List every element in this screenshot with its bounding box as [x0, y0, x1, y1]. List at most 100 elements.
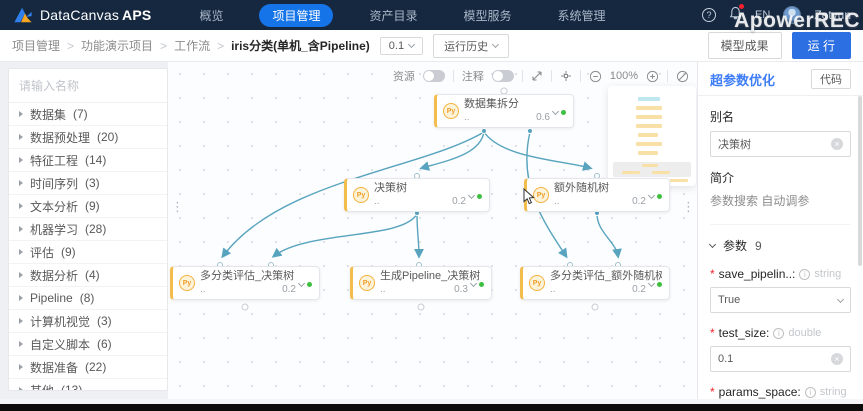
sidebar-item-text-analysis[interactable]: 文本分析 (9) [9, 195, 167, 218]
operator-sidebar: 数据集(7) 数据预处理(20) 特征工程(14) 时间序列(3) 文本分析(9… [8, 68, 168, 391]
sidebar-item-feature-engineering[interactable]: 特征工程 (14) [9, 149, 167, 172]
sidebar-item-other[interactable]: 其他 (13) [9, 379, 167, 390]
node-version-dropdown[interactable]: 0.3 [454, 279, 484, 296]
model-results-button[interactable]: 模型成果 [707, 32, 782, 59]
workflow-canvas[interactable]: 资源 注释 100% Py 数据集拆分 .. 0.6 Py 决策树 .. 0.2… [168, 62, 697, 399]
node-title: 生成Pipeline_决策树 [380, 270, 481, 282]
node-title: 数据集拆分 [464, 98, 519, 110]
breadcrumb: 项目管理 功能演示项目 工作流 iris分类(单机_含Pipeline) [12, 37, 370, 54]
language-switch[interactable]: EN [755, 9, 770, 21]
workflow-node-multiclass-eval-extra-trees[interactable]: Py 多分类评估_额外随机树 .. 0.2 [520, 266, 670, 300]
notification-dot [739, 3, 745, 9]
info-icon[interactable] [773, 327, 785, 339]
alias-field[interactable] [710, 131, 851, 157]
node-version-dropdown[interactable]: 0.2 [632, 191, 662, 208]
fullscreen-icon[interactable] [531, 70, 543, 82]
workflow-node-generate-pipeline-decision-tree[interactable]: Py 生成Pipeline_决策树 .. 0.3 [350, 266, 492, 300]
nav-item-asset-catalog[interactable]: 资产目录 [359, 4, 427, 27]
node-subtitle: .. [374, 196, 380, 207]
param-type: string [819, 386, 847, 398]
version-value: 0.1 [388, 39, 405, 52]
sidebar-item-custom-script[interactable]: 自定义脚本 (6) [9, 333, 167, 356]
breadcrumb-demo-project[interactable]: 功能演示项目 [81, 37, 174, 54]
nav-item-model-service[interactable]: 模型服务 [453, 4, 521, 27]
python-operator-icon: Py [529, 275, 545, 291]
search-input[interactable] [19, 79, 157, 93]
node-version-dropdown[interactable]: 0.2 [282, 279, 312, 296]
datacanvas-logo-icon [14, 7, 32, 23]
breadcrumb-project-management[interactable]: 项目管理 [12, 37, 81, 54]
reset-zoom-icon[interactable] [676, 70, 689, 83]
info-icon[interactable] [799, 268, 811, 280]
required-mark: * [710, 267, 715, 281]
note-toggle[interactable] [491, 70, 514, 82]
run-history-label: 运行历史 [444, 40, 489, 53]
node-subtitle: .. [200, 284, 206, 295]
node-version-dropdown[interactable]: 0.6 [536, 107, 566, 124]
clear-icon[interactable] [831, 353, 843, 365]
panel-scrollbar[interactable] [858, 96, 862, 266]
help-icon[interactable] [702, 8, 717, 22]
resource-toggle[interactable] [422, 70, 445, 82]
workflow-node-dataset-split[interactable]: Py 数据集拆分 .. 0.6 [434, 94, 574, 128]
version-dropdown[interactable]: 0.1 [379, 36, 424, 55]
minimap-node [670, 179, 688, 182]
params-section-header[interactable]: 参数 9 [708, 224, 851, 254]
breadcrumb-workflow[interactable]: 工作流 [174, 37, 231, 54]
notification-bell[interactable] [729, 3, 745, 25]
bottom-bar [0, 404, 863, 411]
navbar-right: EN Zetyun [702, 3, 851, 25]
sidebar-item-preprocessing[interactable]: 数据预处理 (20) [9, 126, 167, 149]
workflow-node-multiclass-eval-decision-tree[interactable]: Py 多分类评估_决策树 .. 0.2 [170, 266, 320, 300]
nav-item-overview[interactable]: 概览 [189, 4, 233, 27]
sidebar-item-evaluation[interactable]: 评估 (9) [9, 241, 167, 264]
python-operator-icon: Py [353, 187, 369, 203]
workflow-node-decision-tree[interactable]: Py 决策树 .. 0.2 [344, 178, 490, 212]
info-icon[interactable] [804, 386, 816, 398]
caret-right-icon [19, 134, 23, 140]
run-button[interactable]: 运 行 [791, 32, 851, 59]
caret-right-icon [19, 249, 23, 255]
nav-item-system-management[interactable]: 系统管理 [548, 4, 616, 27]
fit-view-icon[interactable] [560, 70, 572, 82]
divider [521, 70, 523, 82]
username[interactable]: Zetyun [814, 8, 851, 22]
test-size-input[interactable] [718, 353, 827, 365]
param-name: test_size: [718, 326, 770, 340]
sidebar-item-computer-vision[interactable]: 计算机视觉 (3) [9, 310, 167, 333]
collapse-panel-handle[interactable] [682, 204, 695, 210]
code-button[interactable]: 代码 [811, 69, 851, 89]
alias-input[interactable] [718, 138, 827, 150]
sidebar-item-data-preparation[interactable]: 数据准备 (22) [9, 356, 167, 379]
clear-icon[interactable] [831, 138, 843, 150]
caret-right-icon [19, 318, 23, 324]
node-subtitle: .. [550, 284, 556, 295]
sidebar-item-data-analysis[interactable]: 数据分析 (4) [9, 264, 167, 287]
node-version-dropdown[interactable]: 0.2 [452, 191, 482, 208]
zoom-in-icon[interactable] [646, 70, 659, 83]
test-size-field[interactable] [710, 346, 851, 372]
sidebar-item-dataset[interactable]: 数据集 (7) [9, 103, 167, 126]
collapse-sidebar-handle[interactable] [171, 204, 184, 210]
chevron-down-icon [492, 40, 500, 49]
note-toggle-label: 注释 [461, 71, 484, 83]
save-pipeline-select[interactable]: True [710, 287, 851, 313]
zoom-out-icon[interactable] [589, 70, 602, 83]
node-subtitle: .. [380, 284, 386, 295]
canvas-minimap[interactable] [608, 86, 696, 186]
node-title: 决策树 [374, 182, 407, 194]
sidebar-item-pipeline[interactable]: Pipeline (8) [9, 287, 167, 310]
caret-right-icon [19, 364, 23, 370]
sidebar-item-time-series[interactable]: 时间序列 (3) [9, 172, 167, 195]
run-history-dropdown[interactable]: 运行历史 [433, 33, 510, 58]
sidebar-item-machine-learning[interactable]: 机器学习 (28) [9, 218, 167, 241]
node-version-dropdown[interactable]: 0.2 [632, 279, 662, 296]
avatar[interactable] [783, 6, 802, 24]
workflow-node-extra-trees[interactable]: Py 额外随机树 .. 0.2 [524, 178, 670, 212]
sidebar-search[interactable] [9, 69, 167, 103]
minimap-node [636, 124, 662, 128]
param-name: save_pipelin..: [718, 267, 796, 281]
nav-item-project-management[interactable]: 项目管理 [259, 3, 334, 27]
divider [667, 70, 668, 82]
brand-logo[interactable]: DataCanvas APS [12, 5, 151, 25]
